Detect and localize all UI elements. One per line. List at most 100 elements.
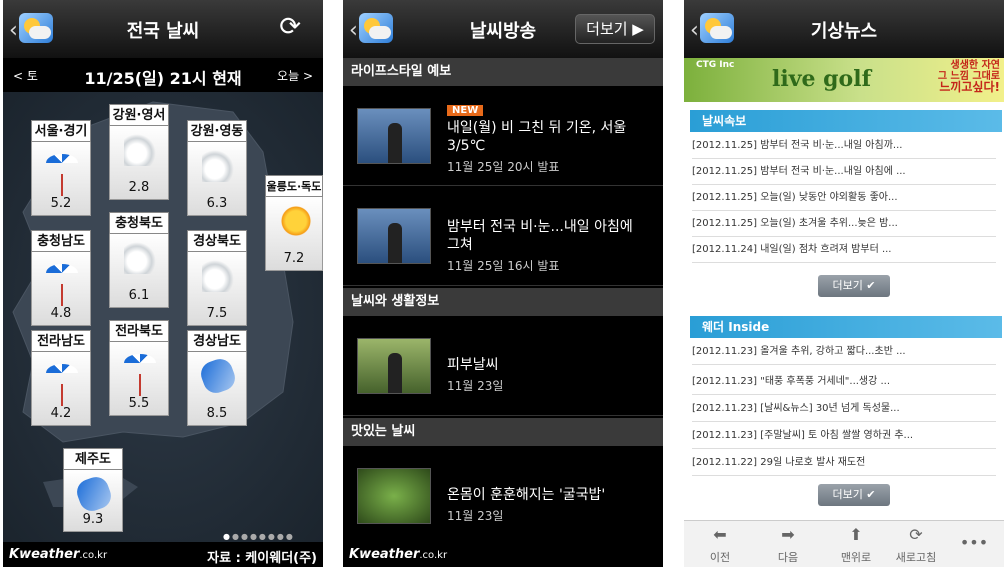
rain-umbrella-icon bbox=[46, 154, 78, 172]
video-title: 내일(월) 비 그친 뒤 기온, 서울 3/5℃ bbox=[447, 120, 627, 154]
news-flash-header: 날씨속보 bbox=[690, 110, 1002, 132]
cloud-icon bbox=[124, 134, 156, 166]
kweather-logo: Kweather.co.kr bbox=[349, 547, 448, 562]
region-name: 충청남도 bbox=[31, 230, 91, 252]
more-button[interactable]: 더보기 ▶ bbox=[575, 14, 655, 44]
video-thumbnail bbox=[357, 208, 431, 264]
region-temp: 8.5 bbox=[206, 406, 228, 421]
footer: Kweather.co.kr bbox=[343, 542, 663, 567]
rain-umbrella-icon bbox=[124, 354, 156, 372]
region-name: 전라남도 bbox=[31, 330, 91, 352]
data-source: 자료 : 케이웨더(주) bbox=[207, 551, 317, 566]
rain-umbrella-icon bbox=[46, 264, 78, 282]
page-title: 기상뉴스 bbox=[810, 21, 878, 42]
closed-umbrella-icon bbox=[73, 473, 115, 515]
region-card-jeonnam[interactable]: 전라남도 4.2 bbox=[31, 330, 91, 426]
inside-more-button[interactable]: 더보기 ✔ bbox=[818, 484, 890, 506]
region-card-gangwon-west[interactable]: 강원·영서 2.8 bbox=[109, 104, 169, 200]
refresh-icon: ⟳ bbox=[909, 525, 923, 544]
video-thumbnail bbox=[357, 338, 431, 394]
region-card-chungnam[interactable]: 충청남도 4.8 bbox=[31, 230, 91, 326]
region-name: 강원·영서 bbox=[109, 104, 169, 126]
region-card-gangwon-east[interactable]: 강원·영동 6.3 bbox=[187, 120, 247, 216]
region-name: 경상남도 bbox=[187, 330, 247, 352]
region-temp: 5.2 bbox=[50, 196, 72, 211]
inside-item[interactable]: [2012.11.23] "태풍 후폭풍 거세네"...생강 ... bbox=[692, 369, 996, 395]
region-card-ulleungdo[interactable]: 울릉도·독도 7.2 bbox=[265, 175, 323, 271]
news-item[interactable]: [2012.11.25] 밤부터 전국 비·눈...내일 아침까... bbox=[692, 133, 996, 159]
scroll-top-button[interactable]: ⬆ 맨위로 bbox=[828, 525, 884, 565]
video-date: 11월 23일 bbox=[447, 509, 504, 523]
region-temp: 9.3 bbox=[82, 512, 104, 527]
region-card-jeju[interactable]: 제주도 9.3 bbox=[63, 448, 123, 532]
browser-toolbar: ⬅ 이전 ➡ 다음 ⬆ 맨위로 ⟳ 새로고침 ••• bbox=[684, 520, 1004, 567]
video-item[interactable]: 밤부터 전국 비·눈...내일 아침에 그쳐 11월 25일 16시 발표 bbox=[343, 186, 663, 286]
region-card-chungbuk[interactable]: 충청북도 6.1 bbox=[109, 212, 169, 308]
region-card-gyeongbuk[interactable]: 경상북도 7.5 bbox=[187, 230, 247, 326]
region-name: 울릉도·독도 bbox=[265, 175, 323, 197]
region-name: 강원·영동 bbox=[187, 120, 247, 142]
footer: Kweather.co.kr 자료 : 케이웨더(주) bbox=[3, 542, 323, 567]
section-header-living: 날씨와 생활정보 bbox=[343, 288, 663, 316]
video-date: 11월 23일 bbox=[447, 379, 504, 393]
region-name: 충청북도 bbox=[109, 212, 169, 234]
top-bar: ‹ 날씨방송 더보기 ▶ bbox=[343, 0, 663, 58]
top-bar: ‹ 기상뉴스 bbox=[684, 0, 1004, 58]
inside-item[interactable]: [2012.11.23] [날씨&뉴스] 30년 넘게 독성물... bbox=[692, 396, 996, 422]
today-button[interactable]: 오늘 > bbox=[277, 67, 313, 84]
region-card-jeonbuk[interactable]: 전라북도 5.5 bbox=[109, 320, 169, 416]
video-thumbnail bbox=[357, 108, 431, 164]
video-item[interactable]: NEW 내일(월) 비 그친 뒤 기온, 서울 3/5℃ 11월 25일 20시… bbox=[343, 86, 663, 186]
arrow-right-icon: ➡ bbox=[781, 525, 795, 544]
video-item[interactable]: 온몸이 훈훈해지는 '굴국밥' 11월 23일 bbox=[343, 446, 663, 546]
weather-inside-header: 웨더 Inside bbox=[690, 316, 1002, 338]
date-navigation: < 토 11/25(일) 21시 현재 오늘 > bbox=[3, 58, 323, 92]
region-temp: 7.5 bbox=[206, 306, 228, 321]
news-item[interactable]: [2012.11.24] 내일(일) 점차 흐려져 밤부터 ... bbox=[692, 237, 996, 263]
region-temp: 4.2 bbox=[50, 406, 72, 421]
video-thumbnail bbox=[357, 468, 431, 524]
reload-button[interactable]: ⟳ 새로고침 bbox=[888, 525, 944, 565]
sun-cloud-icon bbox=[280, 205, 312, 237]
video-item[interactable]: 피부날씨 11월 23일 bbox=[343, 316, 663, 416]
cloud-icon bbox=[202, 260, 234, 292]
region-temp: 6.3 bbox=[206, 196, 228, 211]
video-title: 밤부터 전국 비·눈...내일 아침에 그쳐 bbox=[447, 219, 633, 253]
news-item[interactable]: [2012.11.25] 오늘(일) 낮동안 야외활동 좋아... bbox=[692, 185, 996, 211]
inside-item[interactable]: [2012.11.23] 올겨울 추위, 강하고 짧다...초반 ... bbox=[692, 339, 996, 365]
ad-copy: 생생한 자연 그 느낌 그대로 느끼고싶다! bbox=[937, 60, 1000, 94]
national-weather-screen: ‹ 전국 날씨 ⟳ < 토 11/25(일) 21시 현재 오늘 > 서울·경기… bbox=[3, 0, 323, 567]
news-item[interactable]: [2012.11.25] 오늘(일) 초겨울 추위...늦은 밤... bbox=[692, 211, 996, 237]
refresh-icon[interactable]: ⟳ bbox=[279, 12, 301, 42]
more-menu-button[interactable]: ••• bbox=[946, 533, 1002, 553]
ad-banner[interactable]: CTG Inc live golf 생생한 자연 그 느낌 그대로 느끼고싶다! bbox=[684, 58, 1004, 102]
top-bar: ‹ 전국 날씨 ⟳ bbox=[3, 0, 323, 58]
weather-broadcast-screen: ‹ 날씨방송 더보기 ▶ 라이프스타일 예보 NEW 내일(월) 비 그친 뒤 … bbox=[343, 0, 663, 567]
ad-brand: CTG Inc bbox=[696, 60, 735, 70]
kweather-logo: Kweather.co.kr bbox=[9, 547, 108, 562]
arrow-up-icon: ⬆ bbox=[849, 525, 863, 544]
weather-news-screen: ‹ 기상뉴스 CTG Inc live golf 생생한 자연 그 느낌 그대로… bbox=[684, 0, 1004, 567]
region-temp: 6.1 bbox=[128, 288, 150, 303]
section-header-lifestyle: 라이프스타일 예보 bbox=[343, 58, 663, 86]
region-temp: 4.8 bbox=[50, 306, 72, 321]
closed-umbrella-icon bbox=[197, 355, 239, 397]
region-name: 전라북도 bbox=[109, 320, 169, 342]
page-title: 전국 날씨 bbox=[126, 21, 200, 42]
region-temp: 5.5 bbox=[128, 396, 150, 411]
cloud-icon bbox=[124, 242, 156, 274]
inside-item[interactable]: [2012.11.23] [주말날씨] 토 아침 쌀쌀 영하권 추... bbox=[692, 423, 996, 449]
current-datetime: 11/25(일) 21시 현재 bbox=[84, 69, 242, 88]
next-button[interactable]: ➡ 다음 bbox=[760, 525, 816, 565]
news-item[interactable]: [2012.11.25] 밤부터 전국 비·눈...내일 아침에 ... bbox=[692, 159, 996, 185]
page-indicator[interactable]: ●●●●●●●● bbox=[223, 532, 295, 541]
prev-button[interactable]: ⬅ 이전 bbox=[692, 525, 748, 565]
new-badge: NEW bbox=[447, 105, 484, 116]
region-card-gyeongnam[interactable]: 경상남도 8.5 bbox=[187, 330, 247, 426]
region-name: 경상북도 bbox=[187, 230, 247, 252]
video-date: 11월 25일 20시 발표 bbox=[447, 160, 560, 174]
inside-item[interactable]: [2012.11.22] 29일 나로호 발사 재도전 bbox=[692, 450, 996, 476]
news-more-button[interactable]: 더보기 ✔ bbox=[818, 275, 890, 297]
arrow-left-icon: ⬅ bbox=[713, 525, 727, 544]
region-card-seoul[interactable]: 서울·경기 5.2 bbox=[31, 120, 91, 216]
